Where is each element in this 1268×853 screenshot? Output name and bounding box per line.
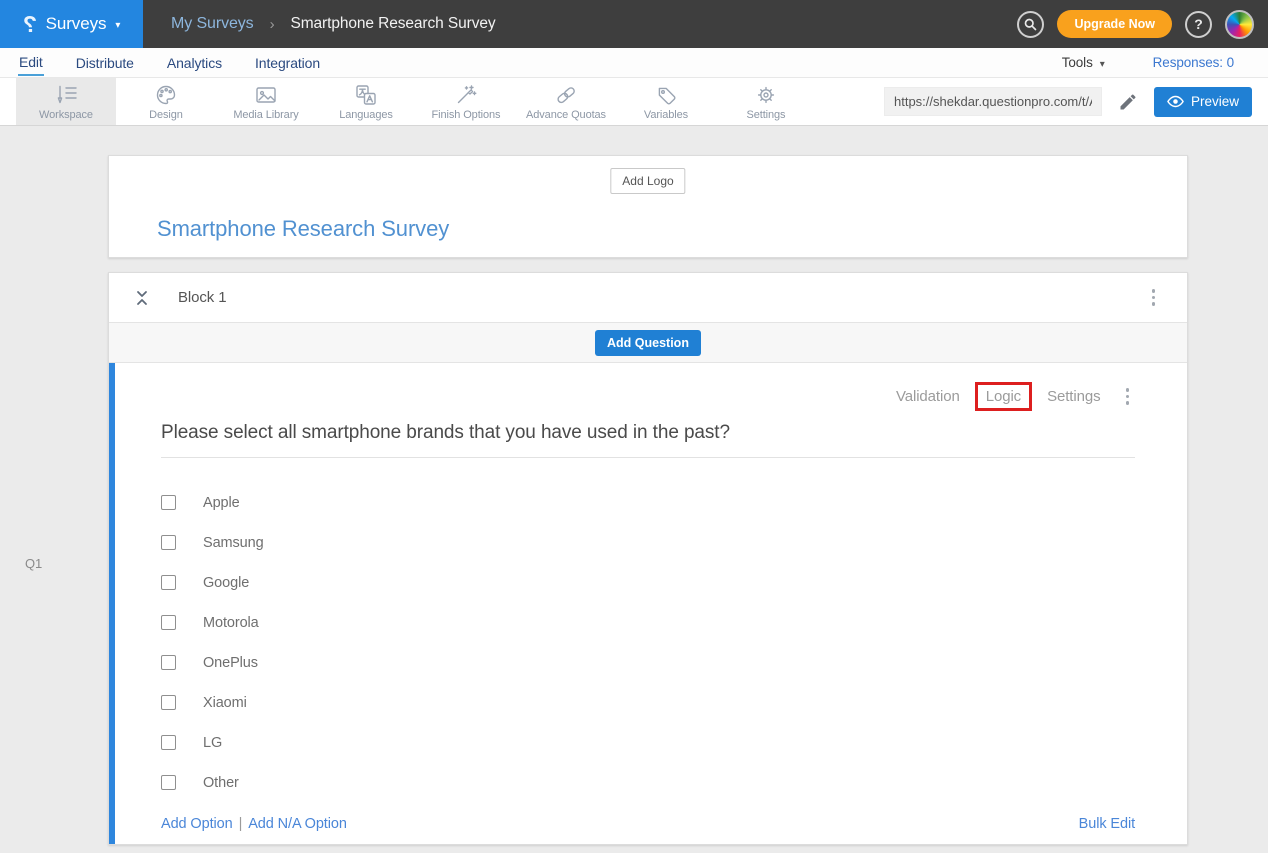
design-palette-icon — [154, 83, 178, 107]
add-na-option-link[interactable]: Add N/A Option — [248, 816, 347, 832]
option-row-lg: LG — [161, 723, 1135, 763]
brand-label: Surveys — [46, 14, 107, 34]
checkbox-apple[interactable] — [161, 495, 176, 510]
search-button[interactable] — [1017, 11, 1044, 38]
option-label[interactable]: OnePlus — [203, 655, 258, 671]
bulk-edit-link[interactable]: Bulk Edit — [1079, 816, 1135, 832]
option-row-motorola: Motorola — [161, 603, 1135, 643]
toolbar-item-design[interactable]: Design — [116, 78, 216, 125]
question-settings-link[interactable]: Settings — [1047, 388, 1100, 405]
toolbar-item-workspace[interactable]: Workspace — [16, 78, 116, 125]
tag-icon — [654, 83, 678, 107]
option-label[interactable]: Apple — [203, 495, 240, 511]
questionpro-logo-icon: ? — [23, 11, 37, 38]
chevron-down-icon: ▾ — [115, 20, 120, 31]
kebab-menu-icon — [1126, 388, 1130, 392]
edit-url-button[interactable] — [1118, 92, 1138, 112]
breadcrumb-separator-icon: › — [270, 16, 275, 33]
add-option-link[interactable]: Add Option — [161, 816, 233, 832]
chevron-down-icon: ▾ — [1100, 59, 1105, 70]
tab-integration[interactable]: Integration — [254, 50, 321, 75]
gear-icon — [754, 83, 778, 107]
workspace-icon — [53, 83, 79, 107]
question-menu: Validation Logic Settings — [161, 363, 1135, 409]
option-label[interactable]: Xiaomi — [203, 695, 247, 711]
option-row-google: Google — [161, 563, 1135, 603]
toolbar-item-finish-options[interactable]: Finish Options — [416, 78, 516, 125]
responses-count[interactable]: Responses: 0 — [1153, 55, 1234, 70]
breadcrumb-current-survey: Smartphone Research Survey — [290, 15, 495, 33]
eye-icon — [1167, 95, 1184, 108]
breadcrumb-my-surveys[interactable]: My Surveys — [171, 15, 254, 33]
survey-nav: Edit Distribute Analytics Integration To… — [0, 48, 1268, 78]
survey-header-card: Add Logo Smartphone Research Survey — [108, 155, 1188, 258]
toolbar-item-languages[interactable]: Languages — [316, 78, 416, 125]
block-card: Block 1 Add Question Validation Logic Se… — [108, 272, 1188, 845]
question-menu-button[interactable] — [1120, 384, 1136, 409]
option-row-apple: Apple — [161, 483, 1135, 523]
option-row-xiaomi: Xiaomi — [161, 683, 1135, 723]
languages-icon — [354, 83, 378, 107]
top-bar: ? Surveys ▾ My Surveys › Smartphone Rese… — [0, 0, 1268, 48]
block-header: Block 1 — [109, 273, 1187, 323]
tab-analytics[interactable]: Analytics — [166, 50, 223, 75]
toolbar-item-settings[interactable]: Settings — [716, 78, 816, 125]
question-footer: Add Option | Add N/A Option Bulk Edit — [161, 816, 1135, 832]
block-menu-button[interactable] — [1146, 285, 1162, 310]
option-row-oneplus: OnePlus — [161, 643, 1135, 683]
option-label[interactable]: Google — [203, 575, 249, 591]
collapse-vertical-icon — [135, 290, 149, 306]
checkbox-oneplus[interactable] — [161, 655, 176, 670]
toolbar-item-advance-quotas[interactable]: Advance Quotas — [516, 78, 616, 125]
footer-divider: | — [239, 816, 243, 832]
magic-wand-icon — [454, 83, 478, 107]
help-button[interactable]: ? — [1185, 11, 1212, 38]
option-label[interactable]: LG — [203, 735, 222, 751]
block-title[interactable]: Block 1 — [178, 289, 227, 306]
toolbar-item-variables[interactable]: Variables — [616, 78, 716, 125]
option-label[interactable]: Samsung — [203, 535, 264, 551]
tools-dropdown[interactable]: Tools▾ — [1062, 55, 1105, 70]
option-label[interactable]: Other — [203, 775, 239, 791]
survey-url-input[interactable] — [884, 87, 1102, 116]
question-logic-link[interactable]: Logic — [975, 382, 1032, 411]
brand-menu[interactable]: ? Surveys ▾ — [0, 0, 143, 48]
add-question-button[interactable]: Add Question — [595, 330, 701, 356]
checkbox-xiaomi[interactable] — [161, 695, 176, 710]
breadcrumb: My Surveys › Smartphone Research Survey — [171, 15, 496, 33]
toolbar-item-media-library[interactable]: Media Library — [216, 78, 316, 125]
tab-distribute[interactable]: Distribute — [75, 50, 135, 75]
search-icon — [1023, 17, 1038, 32]
user-avatar[interactable] — [1225, 10, 1254, 39]
option-row-samsung: Samsung — [161, 523, 1135, 563]
checkbox-motorola[interactable] — [161, 615, 176, 630]
checkbox-lg[interactable] — [161, 735, 176, 750]
preview-button[interactable]: Preview — [1154, 87, 1252, 117]
option-row-other: Other — [161, 763, 1135, 803]
nav-right: Tools▾ Responses: 0 — [1062, 55, 1250, 70]
survey-editor-canvas: Add Logo Smartphone Research Survey Bloc… — [0, 126, 1268, 853]
media-library-icon — [254, 83, 278, 107]
topbar-actions: Upgrade Now ? — [1017, 10, 1268, 39]
question-number-label: Q1 — [25, 556, 42, 571]
question-validation-link[interactable]: Validation — [896, 388, 960, 405]
kebab-menu-icon — [1152, 289, 1156, 293]
tab-edit[interactable]: Edit — [18, 49, 44, 76]
question-text[interactable]: Please select all smartphone brands that… — [161, 422, 1135, 458]
survey-url-group: Preview — [884, 78, 1268, 125]
question-mark-icon: ? — [1194, 16, 1203, 32]
checkbox-other[interactable] — [161, 775, 176, 790]
chain-links-icon — [554, 83, 578, 107]
answer-options: Apple Samsung Google Motorola OnePlus — [161, 483, 1135, 803]
checkbox-google[interactable] — [161, 575, 176, 590]
add-logo-button[interactable]: Add Logo — [610, 168, 685, 194]
add-question-strip: Add Question — [109, 323, 1187, 363]
option-label[interactable]: Motorola — [203, 615, 259, 631]
pencil-icon — [1118, 92, 1138, 112]
checkbox-samsung[interactable] — [161, 535, 176, 550]
collapse-block-button[interactable] — [135, 290, 149, 306]
question-card: Validation Logic Settings Please select … — [109, 363, 1187, 845]
editor-toolbar: Workspace Design Media Library Languages… — [0, 78, 1268, 126]
upgrade-now-button[interactable]: Upgrade Now — [1057, 10, 1172, 38]
